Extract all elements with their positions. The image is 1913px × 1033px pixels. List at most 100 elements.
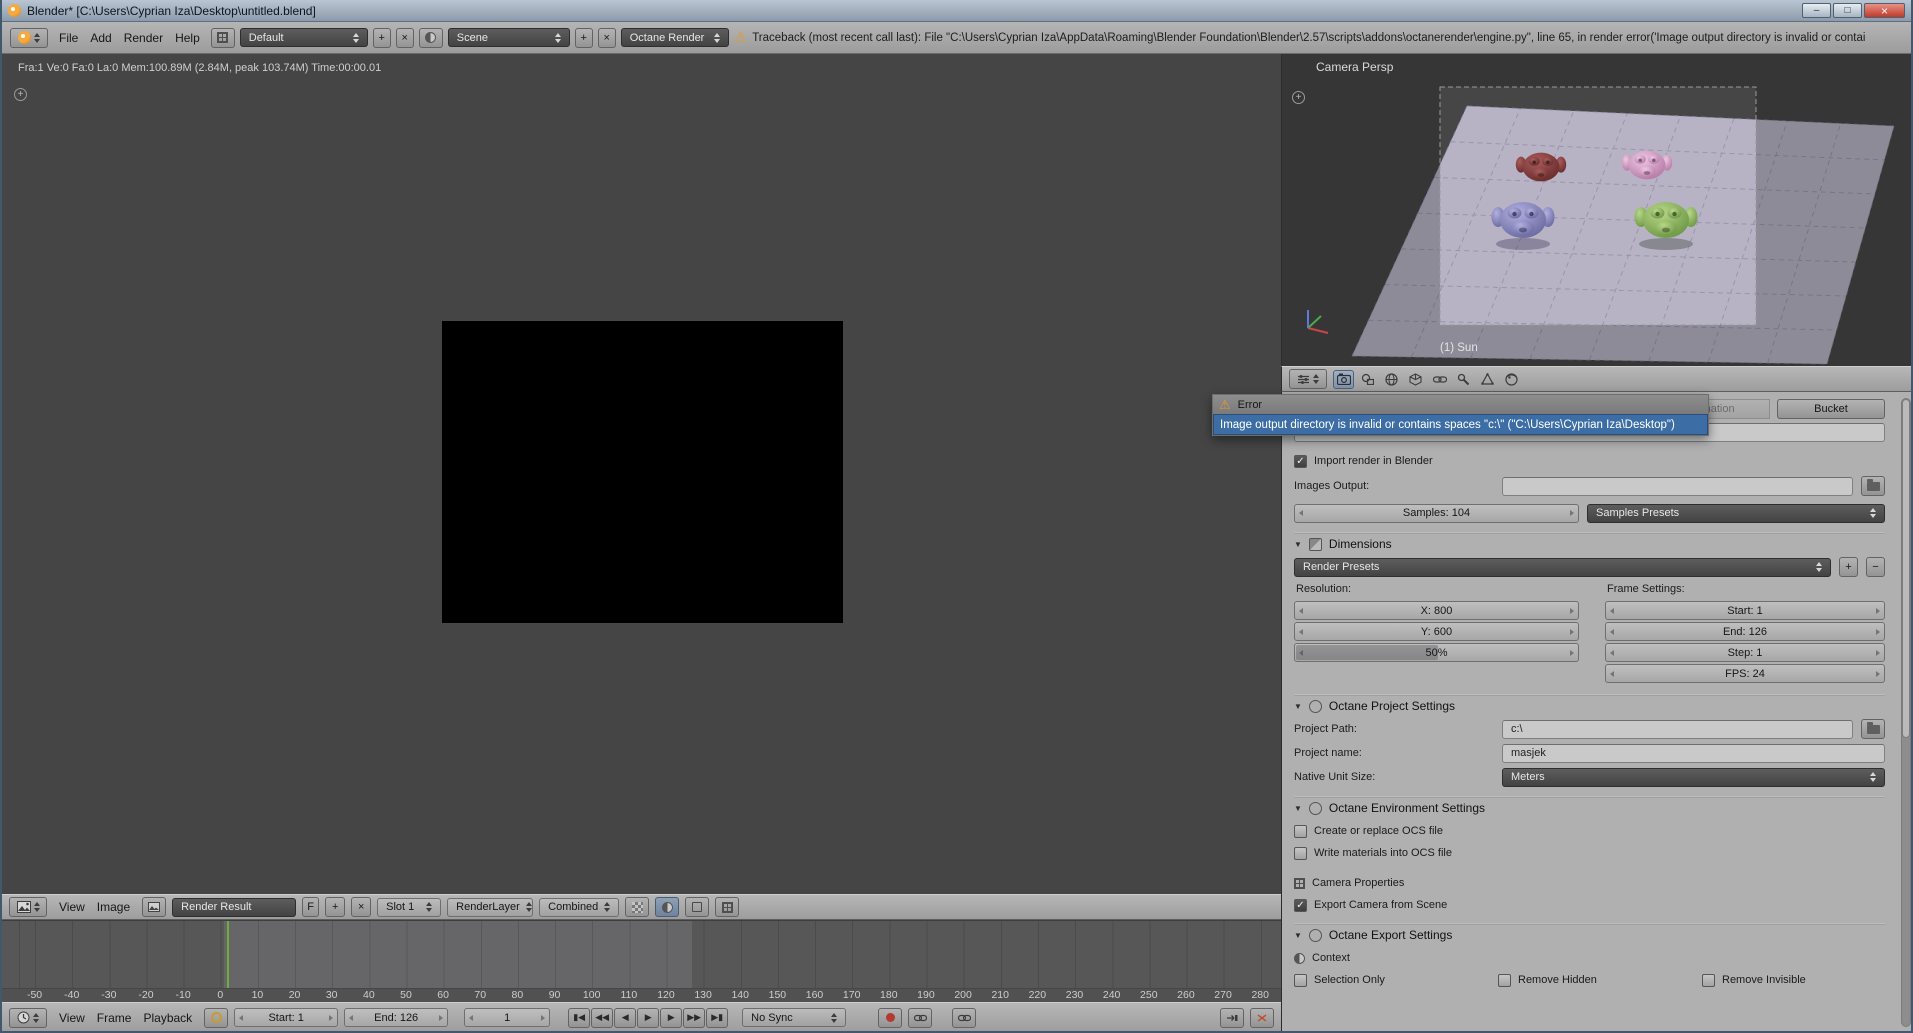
image-editor-canvas[interactable]: Fra:1 Ve:0 Fa:0 La:0 Mem:100.89M (2.84M,… [2,54,1281,894]
fake-user-button[interactable]: F [302,897,320,917]
fps-field[interactable]: FPS: 24 [1605,664,1885,683]
next-keyframe-button[interactable]: ▶▶ [683,1007,706,1028]
menu-item-1[interactable]: Add [84,29,117,47]
camera-properties-icon[interactable] [1294,877,1305,889]
resolution-percentage-slider[interactable]: 50% [1294,643,1579,662]
color-management-button[interactable] [685,897,710,917]
image-browse-button[interactable] [142,897,167,917]
image-menu-item-1[interactable]: Image [91,898,136,916]
tab-material[interactable] [1501,370,1522,389]
new-image-button[interactable]: + [325,897,346,917]
maximize-button[interactable]: □ [1833,3,1862,18]
write-materials-checkbox[interactable] [1294,846,1307,860]
project-settings-panel-header[interactable]: ▼ Octane Project Settings [1294,695,1885,716]
tab-modifiers[interactable] [1453,370,1474,389]
frame-step-field[interactable]: Step: 1 [1605,643,1885,662]
timeline-menu-item-0[interactable]: View [53,1009,91,1027]
images-output-browse-button[interactable] [1861,476,1885,496]
goto-start-button[interactable]: ▮◀ [568,1007,591,1028]
current-frame-field[interactable]: 1 [464,1008,551,1027]
sync-mode-dropdown[interactable]: No Sync [742,1008,847,1027]
close-button[interactable]: × [1864,3,1905,18]
screen-layout-selector[interactable]: Default [239,28,368,47]
resolution-x-field[interactable]: X: 800 [1294,601,1579,620]
export-camera-checkbox[interactable]: ✓ [1294,898,1307,912]
prev-keyframe-button[interactable]: ◀◀ [591,1007,614,1028]
keying-set-link-button[interactable] [908,1007,933,1028]
viewport-3d[interactable]: Camera Persp (1) Sun + [1281,54,1911,366]
dimensions-panel-header[interactable]: ▼ Dimensions [1294,533,1885,554]
delete-layout-button[interactable]: × [395,27,414,48]
selection-only-checkbox[interactable] [1294,973,1307,987]
project-path-browse-button[interactable] [1861,719,1885,739]
auto-keyframe-toggle[interactable] [204,1007,229,1028]
render-pass-dropdown[interactable]: Combined [539,897,620,917]
images-output-field[interactable] [1502,476,1853,496]
tab-world[interactable] [1381,370,1402,389]
create-ocs-checkbox[interactable] [1294,824,1307,838]
remove-preset-button[interactable]: − [1866,557,1885,577]
properties-editor-type-button[interactable] [1289,369,1327,389]
remove-invisible-checkbox[interactable] [1702,973,1715,987]
start-frame-field[interactable]: Start: 1 [234,1008,339,1027]
add-layout-button[interactable]: + [372,27,391,48]
bucket-button[interactable]: Bucket [1777,398,1885,419]
add-preset-button[interactable]: + [1839,557,1858,577]
menu-item-3[interactable]: Help [169,29,206,47]
environment-settings-panel-header[interactable]: ▼ Octane Environment Settings [1294,797,1885,818]
play-button[interactable]: ▶ [637,1007,660,1028]
delete-keyframe-button[interactable] [1250,1007,1274,1028]
timeline-editor[interactable]: -50 -40 -30 -20 -10 0 10 20 30 40 50 60 70 80 90 100 110… [2,920,1281,1002]
minimize-button[interactable]: – [1802,3,1831,18]
tab-render[interactable] [1333,369,1354,389]
project-name-field[interactable]: masjek [1502,743,1885,763]
timeline-menu-item-1[interactable]: Frame [91,1009,138,1027]
prev-frame-button[interactable]: ◀ [614,1007,637,1028]
unit-size-dropdown[interactable]: Meters [1502,767,1885,787]
image-editor-type-button[interactable] [9,897,47,917]
insert-keyframe-button[interactable] [1220,1007,1244,1028]
frame-start-field[interactable]: Start: 1 [1605,601,1885,620]
tab-scene[interactable] [1357,370,1378,389]
scene-browse-button[interactable] [418,27,443,48]
error-message[interactable]: Image output directory is invalid or con… [1213,414,1708,435]
remove-hidden-checkbox[interactable] [1498,973,1511,987]
keying-set-active-button[interactable] [952,1007,977,1028]
menu-item-2[interactable]: Render [118,29,169,47]
frame-end-field[interactable]: End: 126 [1605,622,1885,641]
scrollbar-thumb[interactable] [1902,399,1910,738]
scopes-button[interactable] [715,897,740,917]
add-scene-button[interactable]: + [574,27,593,48]
current-frame-indicator[interactable] [227,921,229,988]
delete-scene-button[interactable]: × [597,27,616,48]
display-channels-button[interactable] [655,897,680,917]
timeline-menu-item-2[interactable]: Playback [137,1009,198,1027]
tab-constraints[interactable] [1429,370,1450,389]
next-frame-button[interactable]: ▶ [660,1007,683,1028]
image-name-field[interactable]: Render Result [172,897,297,917]
render-layer-dropdown[interactable]: RenderLayer [447,897,534,917]
timeline-editor-type-button[interactable] [9,1007,47,1028]
scene-selector[interactable]: Scene [447,28,570,47]
record-button[interactable] [878,1007,903,1028]
info-editor-type-button[interactable] [10,27,48,48]
menu-item-0[interactable]: File [53,29,84,47]
goto-end-button[interactable]: ▶▮ [706,1007,729,1028]
project-path-field[interactable]: c:\ [1502,719,1853,739]
import-render-checkbox[interactable]: ✓ [1294,454,1307,468]
end-frame-field[interactable]: End: 126 [344,1008,449,1027]
screen-layout-browse-button[interactable] [210,27,235,48]
titlebar[interactable]: Blender* [C:\Users\Cyprian Iza\Desktop\u… [2,0,1911,22]
samples-presets-dropdown[interactable]: Samples Presets [1587,503,1885,523]
samples-slider[interactable]: Samples: 104 [1294,503,1579,523]
resolution-y-field[interactable]: Y: 600 [1294,622,1579,641]
render-presets-dropdown[interactable]: Render Presets [1294,557,1831,577]
unlink-image-button[interactable]: × [351,897,372,917]
image-menu-item-0[interactable]: View [53,898,91,916]
tab-data[interactable] [1477,370,1498,389]
slot-dropdown[interactable]: Slot 1 [377,897,442,917]
render-engine-selector[interactable]: Octane Render [620,28,729,47]
export-settings-panel-header[interactable]: ▼ Octane Export Settings [1294,924,1885,945]
alpha-checker-button[interactable] [625,897,650,917]
tab-object[interactable] [1405,370,1426,389]
